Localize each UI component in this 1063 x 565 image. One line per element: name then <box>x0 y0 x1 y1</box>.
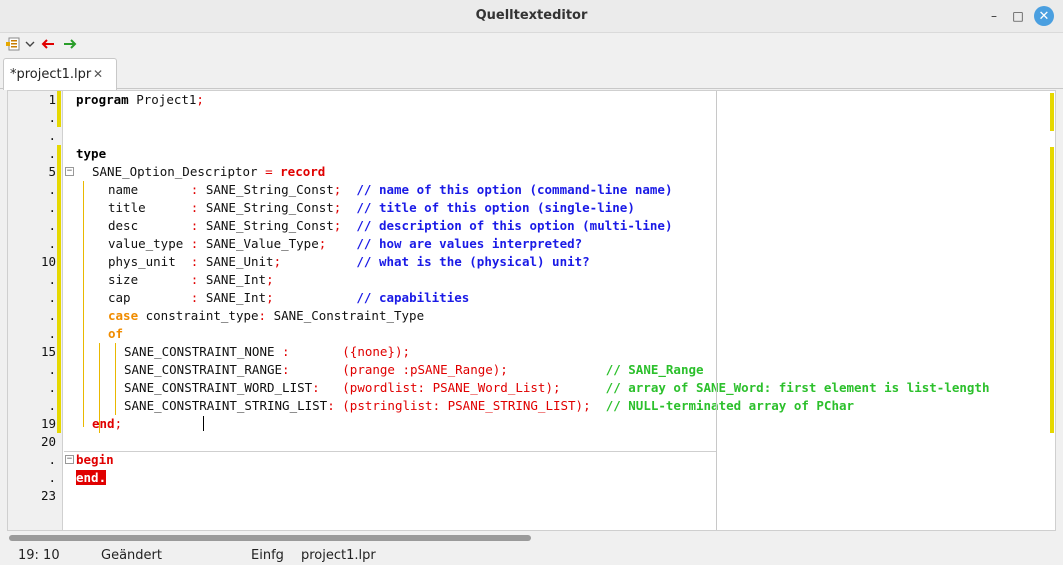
indent-guide <box>115 343 116 415</box>
tab-close-icon[interactable]: ✕ <box>93 67 103 81</box>
overview-marker <box>1050 147 1054 433</box>
source-editor[interactable]: 1 . . . 5 . . . . 10 . . . . 15 . . . 19… <box>7 90 1056 531</box>
code-line-6: name : SANE_String_Const; // name of thi… <box>108 182 673 197</box>
modified-line-marker <box>57 91 61 109</box>
line-number: . <box>48 326 56 341</box>
horizontal-scrollbar[interactable] <box>7 532 1056 544</box>
line-number: . <box>48 470 56 485</box>
maximize-button[interactable]: □ <box>1008 6 1028 26</box>
line-number: 10 <box>40 254 56 269</box>
code-line-13: case constraint_type: SANE_Constraint_Ty… <box>108 308 425 323</box>
line-number: . <box>48 398 56 413</box>
code-line-19: end; <box>92 416 123 431</box>
line-number: . <box>48 236 56 251</box>
line-number: 5 <box>48 164 56 179</box>
file-name: project1.lpr <box>301 548 376 563</box>
code-line-11: size : SANE_Int; <box>108 272 274 287</box>
code-area[interactable]: program Project1; type SANE_Option_Descr… <box>64 91 1054 530</box>
line-number: 20 <box>40 434 56 449</box>
code-line-22: end. <box>76 469 107 487</box>
text-caret <box>203 416 204 431</box>
tab-bar: *project1.lpr ✕ <box>0 56 1063 90</box>
line-number: 1 <box>48 92 56 107</box>
code-line-1: program Project1; <box>76 92 204 107</box>
code-line-8: desc : SANE_String_Const; // description… <box>108 218 673 233</box>
line-number: . <box>48 452 56 467</box>
line-number: 23 <box>40 488 56 503</box>
modified-line-marker <box>57 109 61 127</box>
overview-ruler[interactable] <box>1049 91 1055 530</box>
code-line-15: SANE_CONSTRAINT_NONE : ({none}); <box>124 344 410 359</box>
line-number: 15 <box>40 344 56 359</box>
overview-marker <box>1050 93 1054 131</box>
right-margin-line <box>716 91 717 530</box>
line-number: . <box>48 362 56 377</box>
code-line-16: SANE_CONSTRAINT_RANGE: (prange :pSANE_Ra… <box>124 362 704 377</box>
jump-list-icon[interactable] <box>4 35 22 53</box>
scrollbar-thumb[interactable] <box>9 535 531 541</box>
tab-project1[interactable]: *project1.lpr ✕ <box>3 58 117 90</box>
selected-text: end. <box>76 470 107 485</box>
line-number: . <box>48 218 56 233</box>
code-line-14: of <box>108 326 124 341</box>
insert-mode: Einfg <box>251 548 284 563</box>
code-line-4: type <box>76 146 107 161</box>
section-divider <box>64 451 716 452</box>
status-bar: 19: 10 Geändert Einfg project1.lpr <box>0 545 1063 565</box>
minimize-button[interactable]: – <box>984 6 1004 26</box>
code-line-18: SANE_CONSTRAINT_STRING_LIST: (pstringlis… <box>124 398 855 413</box>
indent-guide <box>83 181 84 427</box>
modified-status: Geändert <box>101 548 162 563</box>
line-number: . <box>48 290 56 305</box>
line-number: . <box>48 200 56 215</box>
line-number: . <box>48 128 56 143</box>
code-line-5: SANE_Option_Descriptor = record <box>92 164 326 179</box>
cursor-position: 19: 10 <box>18 548 60 563</box>
forward-arrow-icon[interactable] <box>62 35 78 53</box>
line-number: . <box>48 110 56 125</box>
code-line-10: phys_unit : SANE_Unit; // what is the (p… <box>108 254 590 269</box>
toolbar <box>0 34 1063 54</box>
line-number: . <box>48 308 56 323</box>
title-bar: Quelltexteditor – □ ✕ <box>0 0 1063 33</box>
chevron-down-icon[interactable] <box>23 35 37 53</box>
code-line-7: title : SANE_String_Const; // title of t… <box>108 200 635 215</box>
window-title: Quelltexteditor <box>475 8 588 23</box>
code-line-12: cap : SANE_Int; // capabilities <box>108 290 470 305</box>
code-line-21: begin <box>76 452 114 467</box>
code-line-9: value_type : SANE_Value_Type; // how are… <box>108 236 583 251</box>
line-number: . <box>48 272 56 287</box>
back-arrow-icon[interactable] <box>40 35 56 53</box>
close-button[interactable]: ✕ <box>1034 6 1054 26</box>
line-number: . <box>48 182 56 197</box>
line-number: . <box>48 380 56 395</box>
line-number: . <box>48 146 56 161</box>
line-number-gutter: 1 . . . 5 . . . . 10 . . . . 15 . . . 19… <box>8 91 63 530</box>
code-line-17: SANE_CONSTRAINT_WORD_LIST: (pwordlist: P… <box>124 380 990 395</box>
line-number: 19 <box>40 416 56 431</box>
modified-line-marker <box>57 145 61 433</box>
tab-label: *project1.lpr <box>10 67 92 82</box>
